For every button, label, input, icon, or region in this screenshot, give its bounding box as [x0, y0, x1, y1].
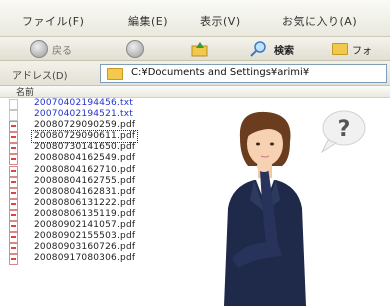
- file-name: 20080804162755.pdf: [34, 175, 136, 186]
- pdf-file-icon: [9, 254, 18, 266]
- file-name: 20080902141057.pdf: [34, 220, 136, 231]
- file-list: 20070402194456.txt 20070402194521.txt 2008…: [0, 98, 230, 266]
- file-row[interactable]: 20080729090259.pdf: [0, 120, 230, 133]
- back-arrow-icon: [30, 40, 48, 58]
- file-name: 20080804162831.pdf: [34, 186, 136, 197]
- file-row[interactable]: 20080806131222.pdf: [0, 197, 230, 210]
- file-row[interactable]: 20080730141650.pdf: [0, 142, 230, 155]
- address-label: アドレス(D): [12, 71, 68, 82]
- file-name: 20080729090259.pdf: [34, 120, 136, 131]
- search-icon: [250, 41, 266, 57]
- explorer-window: ファイル(F) 編集(E) 表示(V) お気に入り(A) 戻る 検索 フォ アド…: [0, 0, 390, 306]
- address-input[interactable]: C:¥Documents and Settings¥arimi¥: [100, 64, 387, 83]
- file-row[interactable]: 20080903160726.pdf: [0, 242, 230, 255]
- up-folder-icon: [191, 42, 208, 57]
- file-row[interactable]: 20080902155503.pdf: [0, 231, 230, 244]
- file-row[interactable]: 20070402194521.txt: [0, 109, 230, 122]
- file-name: 20070402194521.txt: [34, 109, 134, 120]
- file-name: 20080903160726.pdf: [34, 242, 136, 253]
- question-bubble: ?: [320, 110, 366, 154]
- menu-view[interactable]: 表示(V): [200, 13, 241, 29]
- address-path: C:¥Documents and Settings¥arimi¥: [131, 67, 310, 78]
- menu-bar: ファイル(F) 編集(E) 表示(V) お気に入り(A): [0, 0, 390, 37]
- forward-button[interactable]: [120, 40, 160, 58]
- file-row[interactable]: 20080729090611.pdf: [0, 130, 230, 144]
- back-button[interactable]: 戻る: [24, 40, 94, 58]
- file-name: 20080730141650.pdf: [34, 142, 136, 153]
- file-row[interactable]: 20080806135119.pdf: [0, 208, 230, 221]
- file-name: 20080902155503.pdf: [34, 231, 136, 242]
- back-label: 戻る: [52, 46, 72, 57]
- toolbar: 戻る 検索 フォ: [0, 37, 390, 61]
- column-header-name[interactable]: 名前: [0, 86, 390, 98]
- column-header-label: 名前: [16, 88, 35, 98]
- file-row[interactable]: 20080902141057.pdf: [0, 220, 230, 233]
- thinking-woman-illustration: [224, 111, 306, 306]
- file-row[interactable]: 20070402194456.txt: [0, 98, 230, 110]
- file-row[interactable]: 20080804162549.pdf: [0, 153, 230, 166]
- file-name: 20080806135119.pdf: [34, 208, 136, 219]
- folders-label: フォ: [352, 46, 372, 57]
- file-row[interactable]: 20080917080306.pdf: [0, 253, 230, 266]
- file-name: 20080729090611.pdf: [30, 130, 139, 144]
- forward-arrow-icon: [126, 40, 144, 58]
- folders-button[interactable]: フォ: [330, 40, 390, 57]
- file-name: 20070402194456.txt: [34, 98, 134, 108]
- menu-favorites[interactable]: お気に入り(A): [282, 13, 357, 29]
- question-mark-icon: ?: [338, 117, 351, 142]
- menu-file[interactable]: ファイル(F): [22, 13, 84, 29]
- file-name: 20080806131222.pdf: [34, 197, 136, 208]
- search-button[interactable]: 検索: [248, 40, 318, 57]
- file-row[interactable]: 20080804162831.pdf: [0, 186, 230, 199]
- file-name: 20080804162710.pdf: [34, 164, 136, 175]
- file-name: 20080804162549.pdf: [34, 153, 136, 164]
- folder-icon: [107, 68, 123, 80]
- menu-edit[interactable]: 編集(E): [128, 13, 168, 29]
- file-name: 20080917080306.pdf: [34, 253, 136, 264]
- folders-icon: [332, 43, 348, 55]
- search-label: 検索: [274, 46, 294, 57]
- file-row[interactable]: 20080804162710.pdf: [0, 164, 230, 177]
- file-row[interactable]: 20080804162755.pdf: [0, 175, 230, 188]
- address-bar: アドレス(D) C:¥Documents and Settings¥arimi¥: [0, 61, 390, 86]
- up-folder-button[interactable]: [190, 40, 214, 57]
